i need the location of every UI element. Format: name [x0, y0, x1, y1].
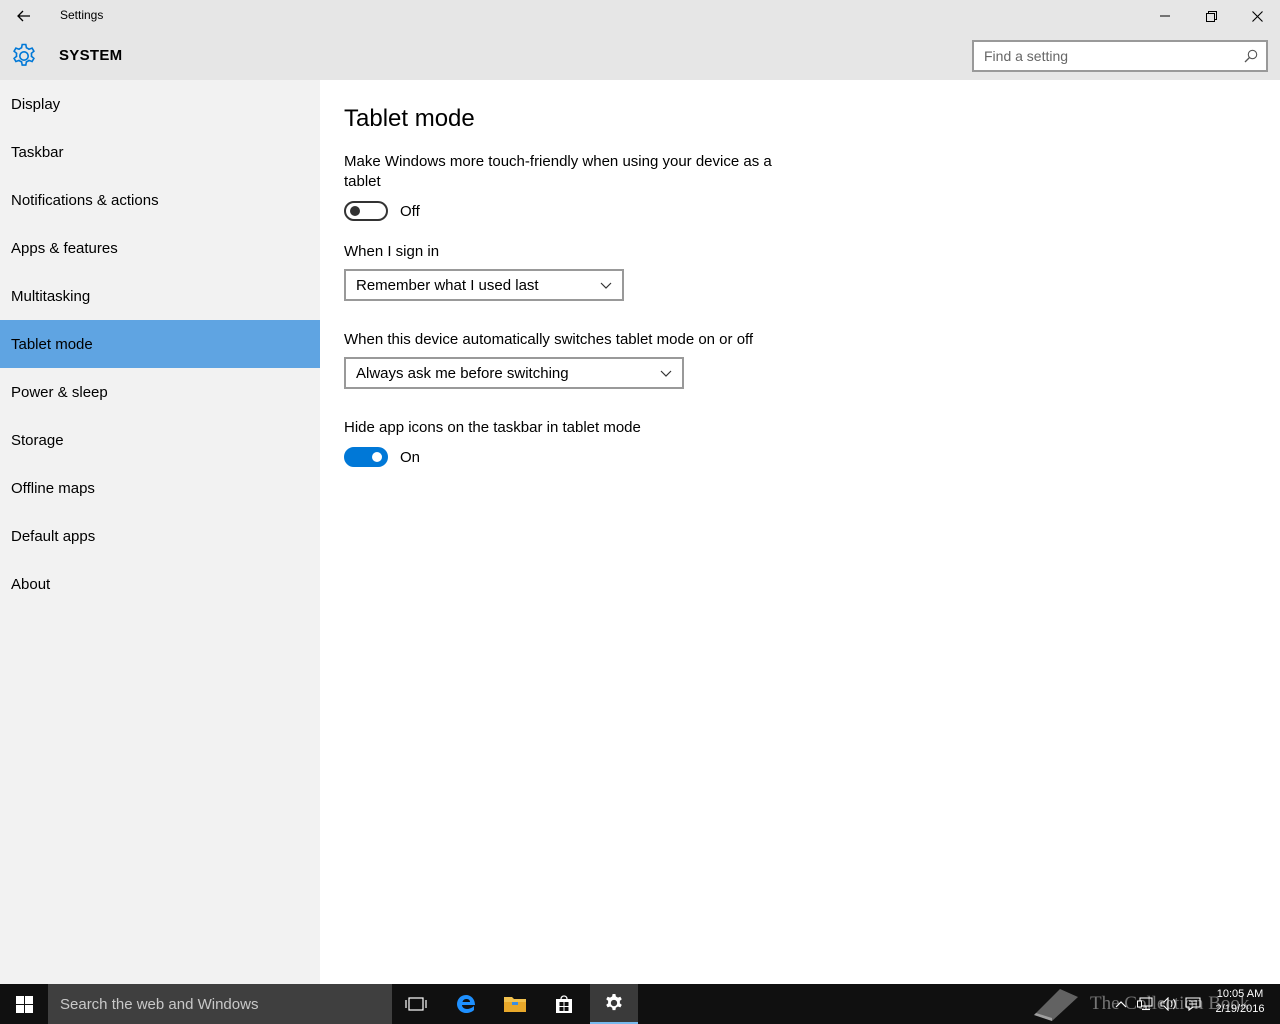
sidebar-item-taskbar[interactable]: Taskbar [0, 128, 320, 176]
section-title: SYSTEM [59, 47, 123, 64]
volume-button[interactable] [1158, 984, 1180, 1024]
chevron-down-icon [660, 370, 672, 377]
notification-icon [1185, 997, 1201, 1011]
sign-in-dropdown[interactable]: Remember what I used last [344, 269, 624, 301]
speaker-icon [1160, 997, 1176, 1011]
sidebar-item-default-apps[interactable]: Default apps [0, 512, 320, 560]
folder-icon [504, 997, 526, 1012]
task-view-button[interactable] [392, 984, 440, 1024]
edge-button[interactable] [442, 984, 490, 1024]
auto-switch-label: When this device automatically switches … [344, 331, 754, 348]
sidebar-item-power-sleep[interactable]: Power & sleep [0, 368, 320, 416]
title-bar: Settings [0, 0, 1280, 32]
back-button[interactable] [0, 0, 48, 32]
store-bag-icon [556, 995, 572, 1013]
network-icon [1137, 997, 1153, 1011]
main-content: Tablet mode Make Windows more touch-frie… [320, 80, 1280, 984]
gear-icon [606, 993, 622, 1011]
close-button[interactable] [1234, 0, 1280, 32]
book-icon [1034, 989, 1078, 1021]
network-button[interactable] [1134, 984, 1156, 1024]
auto-switch-dropdown-value: Always ask me before switching [356, 364, 569, 382]
page-title: Tablet mode [344, 105, 475, 132]
hide-icons-label: Hide app icons on the taskbar in tablet … [344, 419, 641, 436]
auto-switch-dropdown[interactable]: Always ask me before switching [344, 357, 684, 389]
clock-time: 10:05 AM [1216, 988, 1264, 1000]
search-icon[interactable] [1244, 49, 1258, 63]
sidebar-item-apps-features[interactable]: Apps & features [0, 224, 320, 272]
minimize-icon [1160, 15, 1170, 17]
sidebar-item-tablet-mode[interactable]: Tablet mode [0, 320, 320, 368]
edge-icon [457, 995, 475, 1013]
store-button[interactable] [540, 984, 588, 1024]
windows-logo-icon [15, 995, 33, 1013]
restore-icon [1205, 10, 1217, 22]
settings-taskbar-button[interactable] [590, 984, 638, 1024]
window-title: Settings [60, 8, 104, 22]
sidebar-item-notifications[interactable]: Notifications & actions [0, 176, 320, 224]
action-center-button[interactable] [1182, 984, 1204, 1024]
settings-header: SYSTEM [0, 32, 1280, 80]
hide-icons-state: On [400, 448, 421, 466]
sign-in-dropdown-value: Remember what I used last [356, 276, 539, 294]
minimize-button[interactable] [1142, 0, 1188, 32]
search-input[interactable] [984, 48, 1234, 64]
gear-icon [13, 43, 35, 66]
touch-friendly-toggle[interactable] [344, 201, 388, 221]
chevron-down-icon [600, 282, 612, 289]
start-button[interactable] [0, 984, 48, 1024]
toggle-knob [372, 452, 382, 462]
hide-icons-toggle-row: On [344, 447, 420, 467]
restore-button[interactable] [1188, 0, 1234, 32]
show-hidden-icons-button[interactable] [1112, 984, 1130, 1024]
toggle-knob [350, 206, 360, 216]
task-view-icon [405, 997, 427, 1011]
touch-friendly-description: Make Windows more touch-friendly when us… [344, 153, 772, 190]
file-explorer-button[interactable] [491, 984, 539, 1024]
touch-friendly-toggle-row: Off [344, 201, 420, 221]
chevron-up-icon [1115, 1001, 1127, 1008]
clock-date: 2/19/2016 [1215, 1003, 1265, 1015]
search-box[interactable] [972, 40, 1268, 72]
clock[interactable]: 10:05 AM 2/19/2016 [1206, 987, 1274, 1017]
back-arrow-icon [17, 10, 30, 22]
sign-in-label: When I sign in [344, 243, 440, 260]
close-icon [1251, 10, 1263, 22]
taskbar-search[interactable]: Search the web and Windows [48, 984, 392, 1024]
sidebar-nav: Display Taskbar Notifications & actions … [0, 80, 320, 984]
sidebar-item-about[interactable]: About [0, 560, 320, 608]
sidebar-item-display[interactable]: Display [0, 80, 320, 128]
touch-friendly-state: Off [400, 202, 420, 220]
sidebar-item-offline-maps[interactable]: Offline maps [0, 464, 320, 512]
hide-icons-toggle[interactable] [344, 447, 388, 467]
taskbar: Search the web and Windows The Collectio… [0, 984, 1280, 1024]
sidebar-item-storage[interactable]: Storage [0, 416, 320, 464]
sidebar-item-multitasking[interactable]: Multitasking [0, 272, 320, 320]
